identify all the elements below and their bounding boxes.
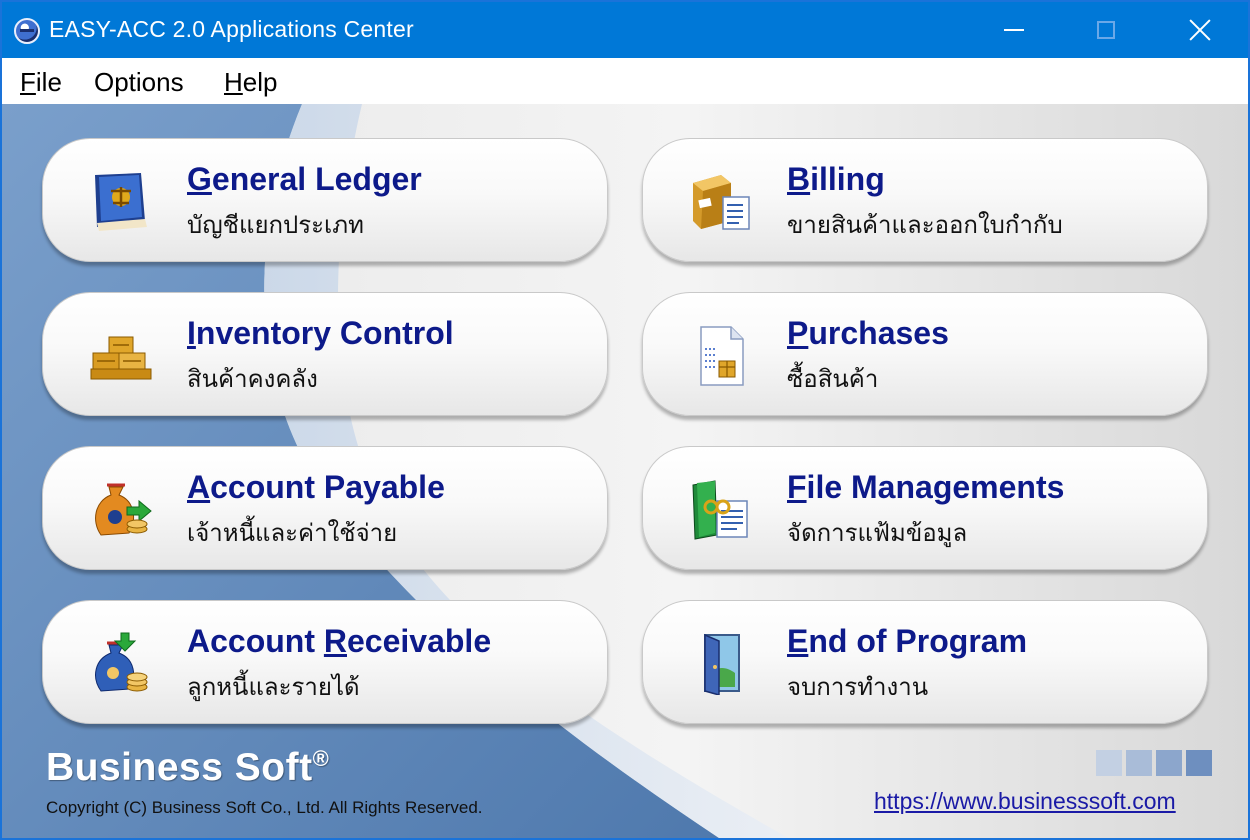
module-title: General Ledger xyxy=(187,161,422,197)
website-link[interactable]: https://www.businesssoft.com xyxy=(874,788,1176,815)
window-title: EASY-ACC 2.0 Applications Center xyxy=(49,16,414,42)
exit-door-icon xyxy=(704,633,740,695)
billing-package-icon xyxy=(693,175,750,230)
module-title: Account Payable xyxy=(187,469,445,505)
module-general-ledger[interactable]: General Ledger บัญชีแยกประเภท xyxy=(42,138,608,262)
module-title: End of Program xyxy=(787,623,1028,659)
menu-bar: File Options Help xyxy=(2,58,1248,104)
money-bag-in-icon xyxy=(95,632,148,692)
module-title: Account Receivable xyxy=(187,623,492,659)
copyright-text: Copyright (C) Business Soft Co., Ltd. Al… xyxy=(46,798,483,817)
app-logo-icon[interactable] xyxy=(14,18,40,44)
menu-help[interactable]: Help xyxy=(224,67,277,98)
module-billing[interactable]: Billing ขายสินค้าและออกใบกำกับ xyxy=(642,138,1208,262)
module-subtitle: เจ้าหนี้และค่าใช้จ่าย xyxy=(187,519,398,547)
module-subtitle: จบการทำงาน xyxy=(787,673,929,701)
module-purchases[interactable]: Purchases ซื้อสินค้า xyxy=(642,292,1208,416)
menu-file[interactable]: File xyxy=(20,67,62,98)
maximize-button[interactable] xyxy=(1060,2,1152,58)
module-file-managements[interactable]: File Managements จัดการแฟ้มข้อมูล xyxy=(642,446,1208,570)
application-window: EASY-ACC 2.0 Applications Center File Op… xyxy=(0,0,1250,840)
module-inventory-control[interactable]: Inventory Control สินค้าคงคลัง xyxy=(42,292,608,416)
close-icon xyxy=(1188,18,1212,42)
module-account-payable[interactable]: Account Payable เจ้าหนี้และค่าใช้จ่าย xyxy=(42,446,608,570)
module-subtitle: ลูกหนี้และรายได้ xyxy=(187,673,360,701)
module-subtitle: สินค้าคงคลัง xyxy=(187,365,318,393)
module-subtitle: บัญชีแยกประเภท xyxy=(187,211,364,239)
money-bag-out-icon xyxy=(95,483,152,536)
purchase-document-icon xyxy=(700,326,744,386)
module-title: File Managements xyxy=(787,469,1065,505)
module-subtitle: ขายสินค้าและออกใบกำกับ xyxy=(787,211,1063,239)
maximize-icon xyxy=(1097,21,1115,39)
menu-options[interactable]: Options xyxy=(94,67,184,98)
ledger-book-icon xyxy=(95,173,147,231)
module-account-receivable[interactable]: Account Receivable ลูกหนี้และรายได้ xyxy=(42,600,608,724)
close-button[interactable] xyxy=(1154,2,1246,58)
module-title: Billing xyxy=(787,161,885,197)
module-end-of-program[interactable]: End of Program จบการทำงาน xyxy=(642,600,1208,724)
module-subtitle: จัดการแฟ้มข้อมูล xyxy=(787,519,968,547)
module-title: Purchases xyxy=(787,315,949,351)
minimize-icon xyxy=(1004,29,1024,31)
title-bar[interactable]: EASY-ACC 2.0 Applications Center xyxy=(2,2,1248,58)
module-subtitle: ซื้อสินค้า xyxy=(787,365,879,393)
main-panel: General Ledger บัญชีแยกประเภท Billing ขา… xyxy=(2,104,1248,838)
decorative-squares xyxy=(1096,750,1214,776)
file-binder-icon xyxy=(692,480,748,540)
minimize-button[interactable] xyxy=(968,2,1060,58)
module-title: Inventory Control xyxy=(187,315,454,351)
inventory-boxes-icon xyxy=(90,336,152,380)
brand-logo: Business Soft® xyxy=(46,746,330,789)
